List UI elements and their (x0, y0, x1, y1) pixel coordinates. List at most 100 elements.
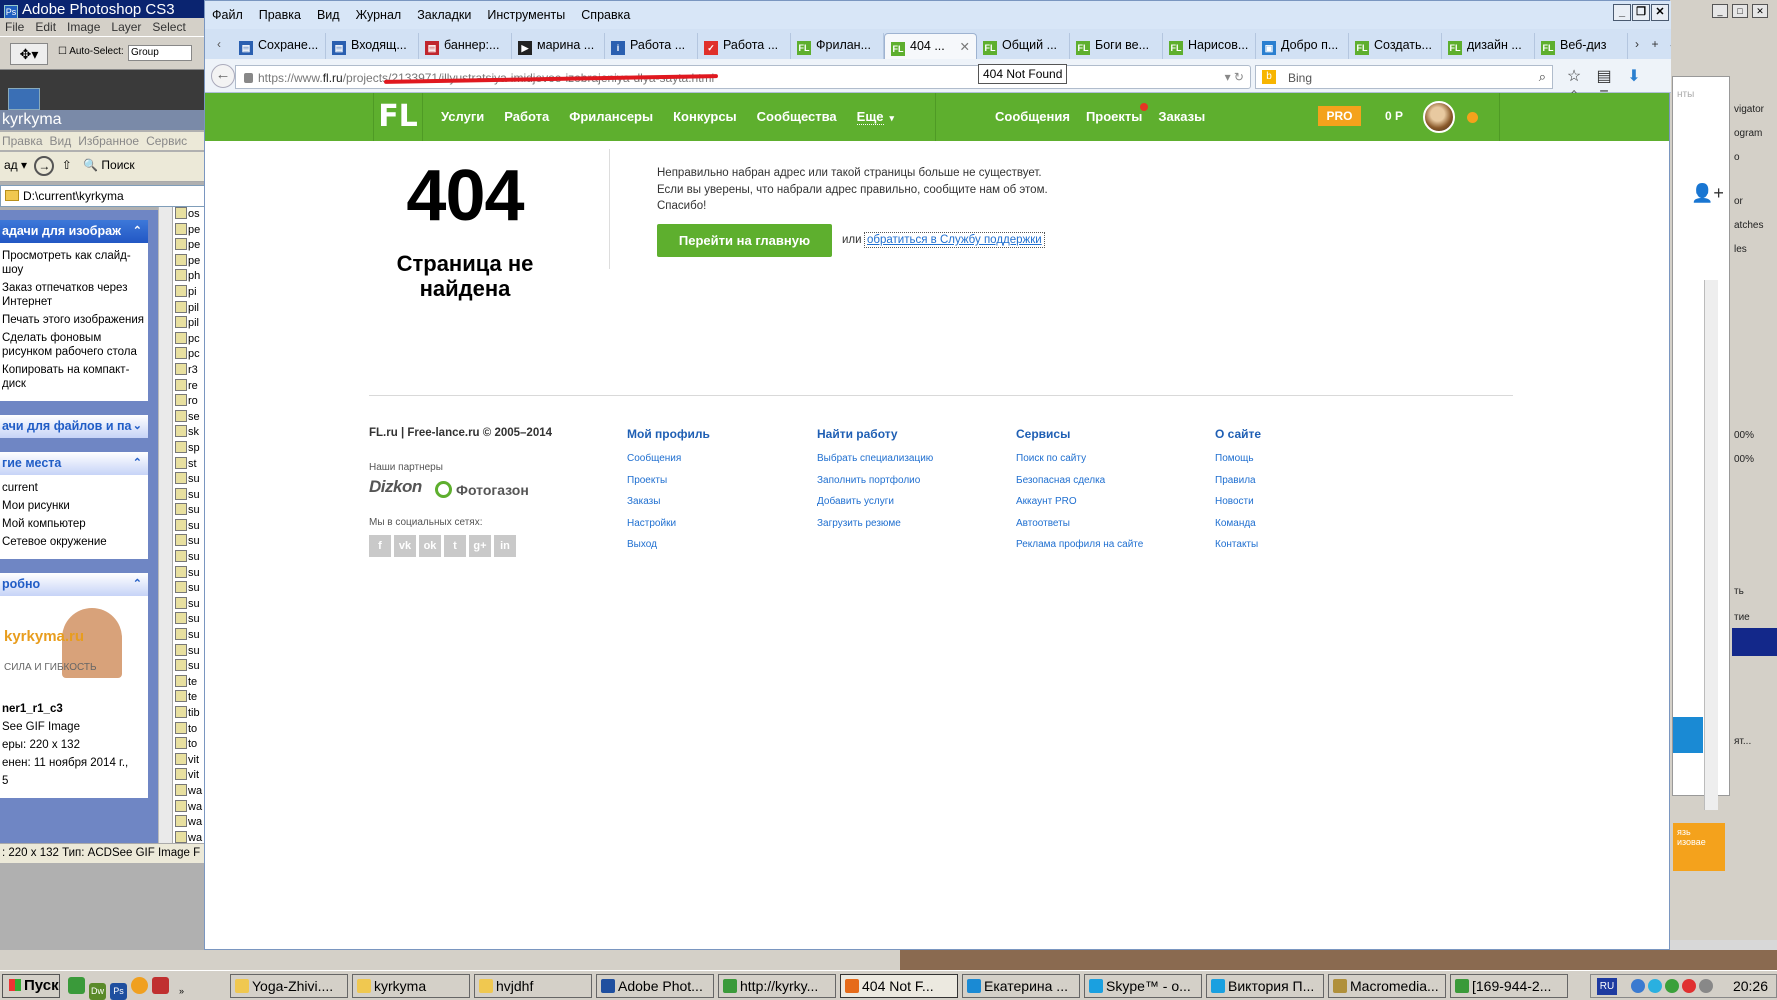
odnoklassniki-icon[interactable]: ok (419, 535, 441, 557)
file-list-item[interactable]: sk (173, 425, 207, 441)
taskbar-window-button[interactable]: [169-944-2... (1450, 974, 1568, 998)
restore-icon[interactable]: ❐ (1632, 4, 1650, 21)
download-arrow-icon[interactable]: ⬇ (1621, 66, 1647, 86)
file-list-item[interactable]: te (173, 690, 207, 706)
add-user-icon[interactable]: 👤+ (1691, 183, 1724, 204)
file-list-item[interactable]: pe (173, 238, 207, 254)
panel-item[interactable]: o (1734, 152, 1740, 163)
tray-network-icon[interactable] (1631, 979, 1645, 993)
ff-menu-bookmarks[interactable]: Закладки (410, 1, 480, 22)
nav-freelancers[interactable]: Фрилансеры (569, 109, 653, 124)
ex-menu-favorites[interactable]: Избранное (76, 132, 144, 148)
footer-link[interactable]: Помощь (1215, 453, 1261, 464)
file-list-item[interactable]: pe (173, 222, 207, 239)
bing-icon[interactable]: b (1262, 70, 1276, 84)
ps-menu-select[interactable]: Select (147, 18, 191, 34)
ps-menu-image[interactable]: Image (62, 18, 106, 34)
file-list-item[interactable]: se (173, 409, 207, 426)
explorer-address-bar[interactable]: D:\current\kyrkyma (0, 185, 207, 207)
file-list-item[interactable]: to (173, 721, 207, 738)
file-list-item[interactable]: to (173, 737, 207, 753)
file-list-item[interactable]: os (173, 207, 207, 223)
dreamweaver-icon[interactable]: Dw (89, 983, 106, 1000)
ff-menu-view[interactable]: Вид (310, 1, 349, 22)
zoom-field[interactable]: 00% (1734, 430, 1754, 441)
forward-arrow-icon[interactable]: → (34, 156, 55, 176)
minimize-icon[interactable]: _ (1613, 4, 1631, 21)
tab[interactable]: FL Создать... (1349, 33, 1442, 59)
ps-menu-edit[interactable]: Edit (30, 18, 62, 34)
tab-scroll-left-icon[interactable]: ‹ (205, 29, 233, 59)
place-my-computer-link[interactable]: Мой компьютер (2, 517, 146, 531)
footer-link[interactable]: Загрузить резюме (817, 518, 933, 529)
chevron-down-icon[interactable]: ▾ (890, 113, 895, 123)
ff-menu-edit[interactable]: Правка (252, 1, 310, 22)
file-list-item[interactable]: ph (173, 269, 207, 285)
task-print-link[interactable]: Печать этого изображения (2, 313, 146, 327)
file-list-item[interactable]: pe (173, 253, 207, 270)
search-bar[interactable]: b Bing ⌕ (1255, 65, 1553, 89)
tab-list-chevron-icon[interactable]: ⌄ (1664, 29, 1671, 59)
file-list-item[interactable]: su (173, 472, 207, 488)
tray-skype-icon[interactable] (1648, 979, 1662, 993)
quicklaunch-app-icon[interactable] (152, 977, 169, 994)
reload-icon[interactable]: ▾ ↻ (1225, 70, 1244, 84)
language-indicator[interactable]: RU (1597, 978, 1617, 995)
explorer-scrollbar[interactable] (158, 207, 172, 847)
tab-close-icon[interactable]: ✕ (960, 39, 970, 54)
nav-jobs[interactable]: Работа (504, 109, 549, 124)
footer-link[interactable]: Добавить услуги (817, 496, 933, 507)
facebook-icon[interactable]: f (369, 535, 391, 557)
file-list-item[interactable]: re (173, 378, 207, 395)
panel-item[interactable]: or (1734, 196, 1743, 207)
footer-link[interactable]: Проекты (627, 475, 710, 486)
nav-messages[interactable]: Сообщения (995, 109, 1070, 124)
twitter-icon[interactable]: t (444, 535, 466, 557)
task-wallpaper-link[interactable]: Сделать фоновым рисунком рабочего стола (2, 331, 146, 359)
tab[interactable]: FL Боги ве... (1070, 33, 1163, 59)
nav-more[interactable]: Еще (856, 109, 884, 125)
file-list-item[interactable]: su (173, 487, 207, 504)
right-window-scrollbar[interactable] (1704, 280, 1718, 810)
close-icon[interactable]: ✕ (1651, 4, 1669, 21)
quicklaunch-app-icon[interactable] (68, 977, 85, 994)
tab-scroll-right-icon[interactable]: › (1628, 29, 1646, 59)
footer-column-title[interactable]: Сервисы (1016, 427, 1143, 441)
back-arrow-icon[interactable]: ← (211, 64, 235, 88)
ff-menu-file[interactable]: Файл (205, 1, 252, 22)
footer-link[interactable]: Правила (1215, 475, 1261, 486)
clock[interactable]: 20:26 (1733, 978, 1768, 994)
partner-dizkon-logo[interactable]: Dizkon (369, 477, 422, 497)
minimize-icon[interactable]: _ (1712, 4, 1728, 18)
file-list-item[interactable]: su (173, 612, 207, 628)
collapse-chevron-icon[interactable]: ⌃ (133, 224, 142, 237)
bookmarks-menu-icon[interactable]: ▤ (1591, 66, 1617, 86)
panel-item[interactable]: ть (1734, 586, 1744, 597)
photoshop-icon[interactable]: Ps (110, 983, 127, 1000)
file-list-item[interactable]: su (173, 550, 207, 566)
site-logo[interactable]: FL (373, 93, 423, 141)
panel-item[interactable]: ят... (1734, 736, 1751, 747)
file-list-item[interactable]: pi (173, 284, 207, 301)
place-current-link[interactable]: current (2, 481, 146, 495)
nav-contests[interactable]: Конкурсы (673, 109, 737, 124)
collapse-chevron-icon[interactable]: ⌃ (133, 456, 142, 469)
file-list-item[interactable]: wa (173, 783, 207, 800)
tab-active[interactable]: FL 404 ... ✕ (884, 33, 977, 59)
footer-link[interactable]: Контакты (1215, 539, 1261, 550)
collapse-chevron-icon[interactable]: ⌃ (133, 577, 142, 590)
file-list-item[interactable]: su (173, 518, 207, 535)
footer-column-title[interactable]: О сайте (1215, 427, 1261, 441)
zoom-field[interactable]: 00% (1734, 454, 1754, 465)
bookmark-star-icon[interactable]: ☆ (1561, 66, 1587, 86)
task-order-prints-link[interactable]: Заказ отпечатков через Интернет (2, 281, 146, 309)
footer-link[interactable]: Реклама профиля на сайте (1016, 539, 1143, 550)
ps-menu-file[interactable]: File (0, 18, 30, 34)
file-list-item[interactable]: tib (173, 706, 207, 722)
vk-icon[interactable]: vk (394, 535, 416, 557)
panel-item[interactable]: тие (1734, 612, 1750, 623)
place-network-link[interactable]: Сетевое окружение (2, 535, 146, 549)
file-list-item[interactable]: sp (173, 440, 207, 457)
auto-select-dropdown[interactable]: Group (128, 45, 192, 61)
taskbar-window-button[interactable]: Екатерина ... (962, 974, 1080, 998)
